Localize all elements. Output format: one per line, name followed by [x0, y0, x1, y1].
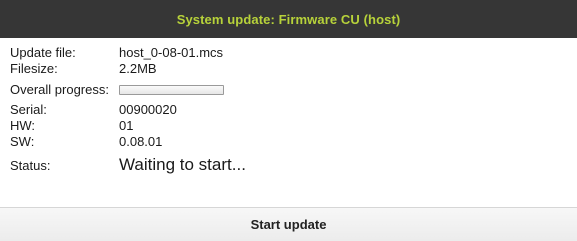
sw-value: 0.08.01 — [119, 134, 163, 149]
status-label: Status: — [10, 158, 51, 173]
overall-progress-label: Overall progress: — [10, 82, 109, 97]
filesize-row: Filesize: 2.2MB — [10, 61, 567, 77]
overall-progress-row: Overall progress: — [10, 82, 567, 98]
filesize-label: Filesize: — [10, 61, 58, 76]
start-update-label: Start update — [250, 217, 327, 232]
serial-value: 00900020 — [119, 102, 177, 117]
serial-label: Serial: — [10, 102, 47, 117]
overall-progress-bar — [119, 85, 224, 95]
serial-row: Serial: 00900020 — [10, 102, 567, 118]
update-details: Update file: host_0-08-01.mcs Filesize: … — [10, 45, 567, 176]
sw-label: SW: — [10, 134, 35, 149]
update-file-value: host_0-08-01.mcs — [119, 45, 224, 60]
hw-label: HW: — [10, 118, 36, 133]
hw-value: 01 — [119, 118, 134, 133]
status-value: Waiting to start... — [119, 155, 246, 174]
sw-row: SW: 0.08.01 — [10, 134, 567, 150]
dialog-title: System update: Firmware CU (host) — [176, 11, 401, 27]
update-file-label: Update file: — [10, 45, 76, 60]
status-row: Status: Waiting to start... — [10, 150, 567, 176]
filesize-value: 2.2MB — [119, 61, 157, 76]
hw-row: HW: 01 — [10, 118, 567, 134]
start-update-button[interactable]: Start update — [0, 207, 577, 241]
firmware-update-dialog: System update: Firmware CU (host) Update… — [0, 0, 577, 241]
title-bar: System update: Firmware CU (host) — [0, 0, 577, 38]
update-file-row: Update file: host_0-08-01.mcs — [10, 45, 567, 61]
